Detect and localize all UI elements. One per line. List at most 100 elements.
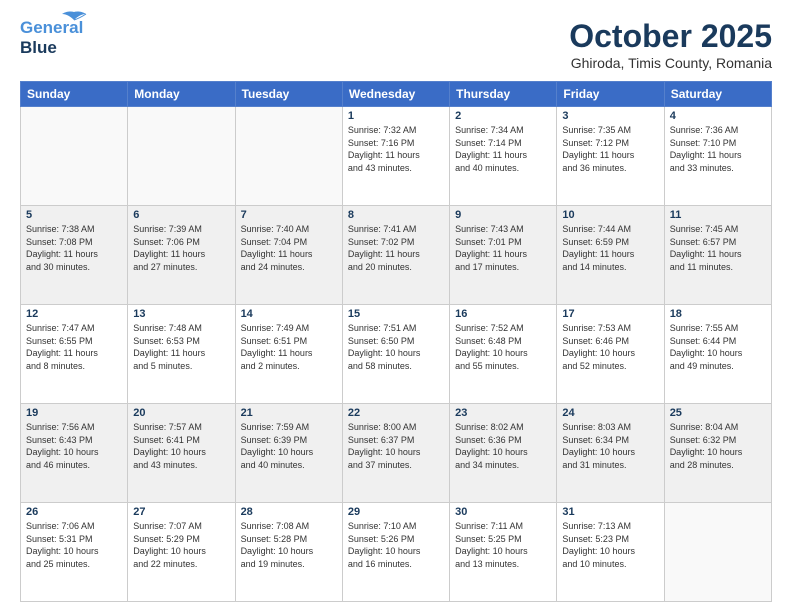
day-number: 16 (455, 308, 551, 320)
day-number: 8 (348, 209, 444, 221)
day-info: Sunrise: 7:36 AM Sunset: 7:10 PM Dayligh… (670, 124, 766, 174)
table-row: 17Sunrise: 7:53 AM Sunset: 6:46 PM Dayli… (557, 305, 664, 404)
day-number: 25 (670, 407, 766, 419)
location-subtitle: Ghiroda, Timis County, Romania (569, 55, 772, 71)
day-number: 26 (26, 506, 122, 518)
day-info: Sunrise: 7:44 AM Sunset: 6:59 PM Dayligh… (562, 223, 658, 273)
day-info: Sunrise: 7:41 AM Sunset: 7:02 PM Dayligh… (348, 223, 444, 273)
title-block: October 2025 Ghiroda, Timis County, Roma… (569, 18, 772, 71)
table-row: 21 Sunrise: 7:59 AM Sunset: 6:39 PM Dayli… (235, 404, 342, 503)
day-info: Sunrise: 7:08 AM Sunset: 5:28 PM Dayligh… (241, 520, 337, 570)
day-info: Sunrise: 7:10 AM Sunset: 5:26 PM Dayligh… (348, 520, 444, 570)
day-info: Sunrise: 7:56 AM Sunset: 6:43 PM Dayligh… (26, 421, 122, 471)
day-number: 19 (26, 407, 122, 419)
table-row: 28 Sunrise: 7:08 AM Sunset: 5:28 PM Dayli… (235, 503, 342, 602)
day-info: Sunrise: 7:34 AM Sunset: 7:14 PM Dayligh… (455, 124, 551, 174)
day-number: 21 (241, 407, 337, 419)
calendar-week-row: 19 Sunrise: 7:56 AM Sunset: 6:43 PM Dayli… (21, 404, 772, 503)
day-info: Sunrise: 7:53 AM Sunset: 6:46 PM Dayligh… (562, 322, 658, 372)
day-number: 14 (241, 308, 337, 320)
table-row: 5Sunrise: 7:38 AM Sunset: 7:08 PM Daylig… (21, 206, 128, 305)
day-info: Sunrise: 7:43 AM Sunset: 7:01 PM Dayligh… (455, 223, 551, 273)
table-row: 30 Sunrise: 7:11 AM Sunset: 5:25 PM Dayli… (450, 503, 557, 602)
day-info: Sunrise: 7:35 AM Sunset: 7:12 PM Dayligh… (562, 124, 658, 174)
day-number: 13 (133, 308, 229, 320)
day-info: Sunrise: 7:59 AM Sunset: 6:39 PM Dayligh… (241, 421, 337, 471)
table-row: 1 Sunrise: 7:32 AM Sunset: 7:16 PM Daylig… (342, 107, 449, 206)
calendar-week-row: 5Sunrise: 7:38 AM Sunset: 7:08 PM Daylig… (21, 206, 772, 305)
day-number: 24 (562, 407, 658, 419)
table-row: 19 Sunrise: 7:56 AM Sunset: 6:43 PM Dayli… (21, 404, 128, 503)
calendar-week-row: 26Sunrise: 7:06 AM Sunset: 5:31 PM Dayli… (21, 503, 772, 602)
table-row: 3 Sunrise: 7:35 AM Sunset: 7:12 PM Daylig… (557, 107, 664, 206)
table-row: 8 Sunrise: 7:41 AM Sunset: 7:02 PM Daylig… (342, 206, 449, 305)
calendar-week-row: 12 Sunrise: 7:47 AM Sunset: 6:55 PM Dayli… (21, 305, 772, 404)
day-info: Sunrise: 7:39 AM Sunset: 7:06 PM Dayligh… (133, 223, 229, 273)
table-row: 22 Sunrise: 8:00 AM Sunset: 6:37 PM Dayli… (342, 404, 449, 503)
day-number: 2 (455, 110, 551, 122)
table-row (235, 107, 342, 206)
day-info: Sunrise: 7:51 AM Sunset: 6:50 PM Dayligh… (348, 322, 444, 372)
table-row: 7 Sunrise: 7:40 AM Sunset: 7:04 PM Daylig… (235, 206, 342, 305)
table-row: 14 Sunrise: 7:49 AM Sunset: 6:51 PM Dayli… (235, 305, 342, 404)
day-number: 22 (348, 407, 444, 419)
calendar-header-row: Sunday Monday Tuesday Wednesday Thursday… (21, 82, 772, 107)
day-number: 23 (455, 407, 551, 419)
day-number: 4 (670, 110, 766, 122)
table-row: 4 Sunrise: 7:36 AM Sunset: 7:10 PM Daylig… (664, 107, 771, 206)
day-number: 3 (562, 110, 658, 122)
day-number: 9 (455, 209, 551, 221)
header: General Blue October 2025 Ghiroda, Timis… (20, 18, 772, 71)
day-info: Sunrise: 7:52 AM Sunset: 6:48 PM Dayligh… (455, 322, 551, 372)
day-info: Sunrise: 7:11 AM Sunset: 5:25 PM Dayligh… (455, 520, 551, 570)
day-number: 7 (241, 209, 337, 221)
day-number: 18 (670, 308, 766, 320)
calendar-body: 1 Sunrise: 7:32 AM Sunset: 7:16 PM Daylig… (21, 107, 772, 602)
table-row: 18 Sunrise: 7:55 AM Sunset: 6:44 PM Dayli… (664, 305, 771, 404)
day-info: Sunrise: 8:02 AM Sunset: 6:36 PM Dayligh… (455, 421, 551, 471)
table-row: 9 Sunrise: 7:43 AM Sunset: 7:01 PM Daylig… (450, 206, 557, 305)
table-row (21, 107, 128, 206)
table-row: 13 Sunrise: 7:48 AM Sunset: 6:53 PM Dayli… (128, 305, 235, 404)
table-row: 15 Sunrise: 7:51 AM Sunset: 6:50 PM Dayli… (342, 305, 449, 404)
day-info: Sunrise: 8:00 AM Sunset: 6:37 PM Dayligh… (348, 421, 444, 471)
logo-blue: Blue (20, 38, 57, 57)
month-title: October 2025 (569, 18, 772, 55)
table-row: 31 Sunrise: 7:13 AM Sunset: 5:23 PM Dayli… (557, 503, 664, 602)
table-row (128, 107, 235, 206)
day-info: Sunrise: 7:38 AM Sunset: 7:08 PM Dayligh… (26, 223, 122, 273)
day-number: 28 (241, 506, 337, 518)
day-number: 30 (455, 506, 551, 518)
col-tuesday: Tuesday (235, 82, 342, 107)
day-info: Sunrise: 7:45 AM Sunset: 6:57 PM Dayligh… (670, 223, 766, 273)
day-number: 15 (348, 308, 444, 320)
day-info: Sunrise: 7:55 AM Sunset: 6:44 PM Dayligh… (670, 322, 766, 372)
day-number: 10 (562, 209, 658, 221)
col-friday: Friday (557, 82, 664, 107)
table-row: 12 Sunrise: 7:47 AM Sunset: 6:55 PM Dayli… (21, 305, 128, 404)
day-info: Sunrise: 7:47 AM Sunset: 6:55 PM Dayligh… (26, 322, 122, 372)
calendar-table: Sunday Monday Tuesday Wednesday Thursday… (20, 81, 772, 602)
calendar-week-row: 1 Sunrise: 7:32 AM Sunset: 7:16 PM Daylig… (21, 107, 772, 206)
page: General Blue October 2025 Ghiroda, Timis… (0, 0, 792, 612)
table-row (664, 503, 771, 602)
day-info: Sunrise: 8:04 AM Sunset: 6:32 PM Dayligh… (670, 421, 766, 471)
day-number: 12 (26, 308, 122, 320)
day-number: 31 (562, 506, 658, 518)
day-info: Sunrise: 7:57 AM Sunset: 6:41 PM Dayligh… (133, 421, 229, 471)
day-info: Sunrise: 7:07 AM Sunset: 5:29 PM Dayligh… (133, 520, 229, 570)
day-info: Sunrise: 7:40 AM Sunset: 7:04 PM Dayligh… (241, 223, 337, 273)
day-info: Sunrise: 7:13 AM Sunset: 5:23 PM Dayligh… (562, 520, 658, 570)
day-info: Sunrise: 7:32 AM Sunset: 7:16 PM Dayligh… (348, 124, 444, 174)
table-row: 26Sunrise: 7:06 AM Sunset: 5:31 PM Dayli… (21, 503, 128, 602)
col-thursday: Thursday (450, 82, 557, 107)
day-number: 27 (133, 506, 229, 518)
day-info: Sunrise: 7:48 AM Sunset: 6:53 PM Dayligh… (133, 322, 229, 372)
table-row: 23 Sunrise: 8:02 AM Sunset: 6:36 PM Dayli… (450, 404, 557, 503)
table-row: 16 Sunrise: 7:52 AM Sunset: 6:48 PM Dayli… (450, 305, 557, 404)
day-number: 1 (348, 110, 444, 122)
table-row: 11Sunrise: 7:45 AM Sunset: 6:57 PM Dayli… (664, 206, 771, 305)
day-info: Sunrise: 7:49 AM Sunset: 6:51 PM Dayligh… (241, 322, 337, 372)
col-sunday: Sunday (21, 82, 128, 107)
logo-bird-icon (60, 10, 88, 32)
